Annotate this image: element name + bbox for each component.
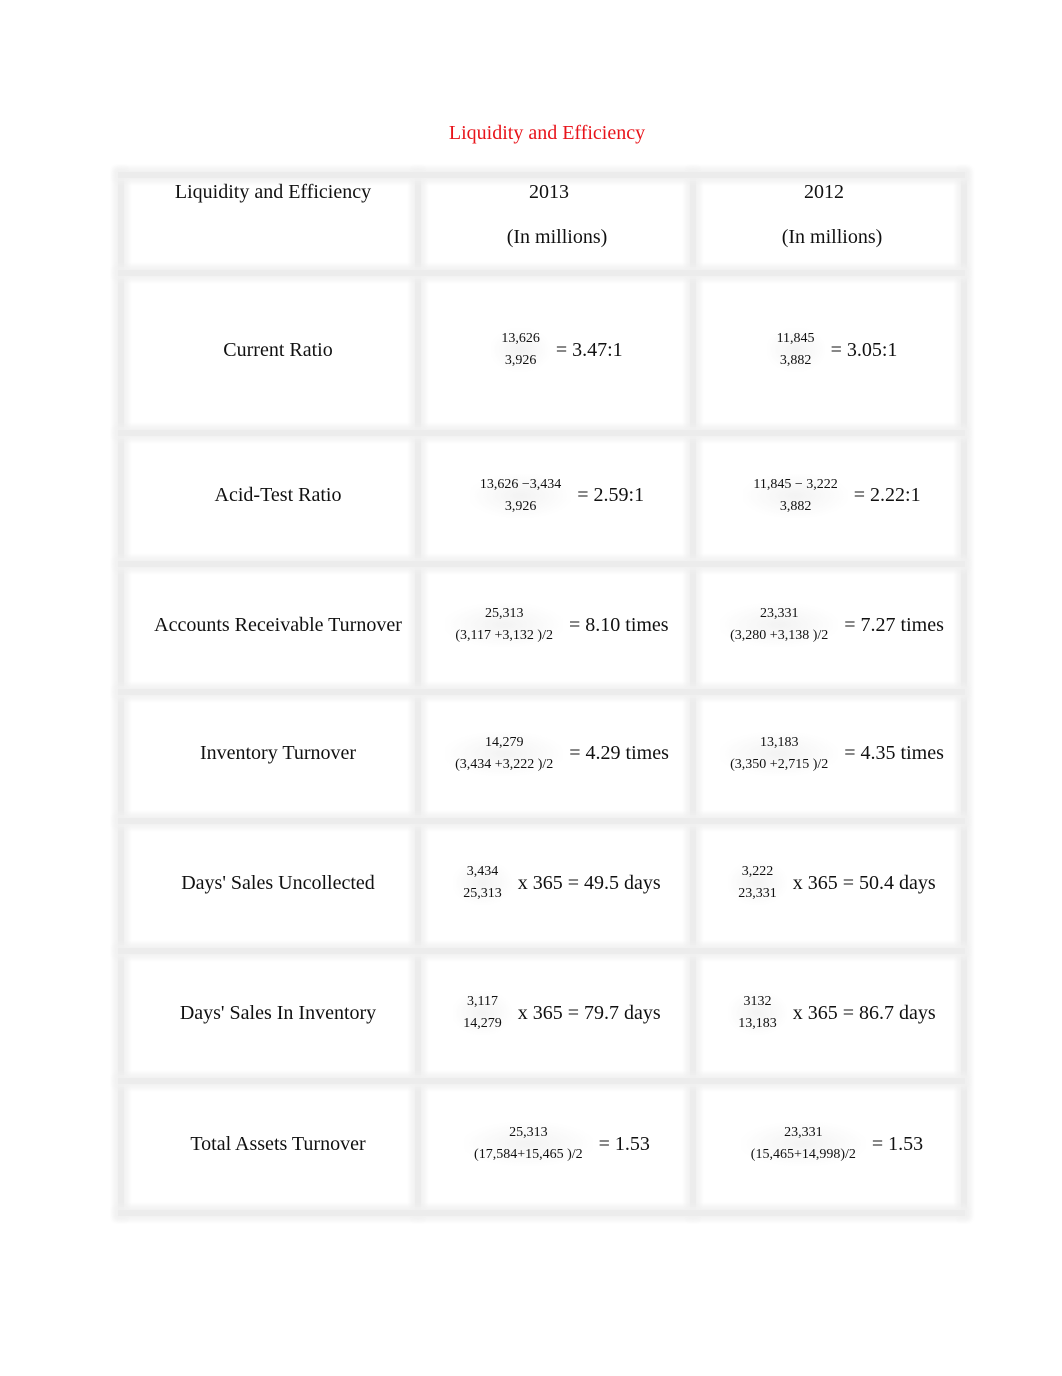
fraction-numerator: 14,279 bbox=[484, 734, 524, 750]
formula-result: = 3.47:1 bbox=[555, 338, 623, 361]
metric-label-cell: Acid-Test Ratio bbox=[118, 430, 438, 561]
metric-label: Acid-Test Ratio bbox=[214, 484, 342, 506]
formula-result: x 365 = 86.7 days bbox=[792, 1001, 936, 1024]
metric-label: Inventory Turnover bbox=[199, 742, 357, 764]
fraction: 25,313 (17,584+15,465 )/2 bbox=[464, 1122, 593, 1166]
fraction-numerator: 25,313 bbox=[509, 1125, 548, 1140]
metric-label: Days' Sales In Inventory bbox=[179, 1001, 377, 1024]
header-metric-label: Liquidity and Efficiency bbox=[174, 181, 372, 203]
formula-result: = 8.10 times bbox=[568, 613, 669, 636]
fraction: 14,279 (3,434 +3,222 )/2 bbox=[445, 731, 564, 776]
formula-cell-2012: 23,331 (15,465+14,998)/2 = 1.53 bbox=[693, 1078, 971, 1210]
formula-result: = 2.22:1 bbox=[853, 484, 921, 506]
fraction: 25,313 (3,117 +3,132 )/2 bbox=[445, 603, 563, 647]
formula-cell-2013: 25,313 (3,117 +3,132 )/2 = 8.10 times bbox=[418, 561, 696, 689]
fraction-numerator: 3,117 bbox=[467, 994, 498, 1009]
formula-result: = 3.05:1 bbox=[830, 338, 898, 361]
fraction: 13,626 −3,434 3,926 bbox=[469, 473, 572, 518]
table-border-bottom bbox=[118, 1210, 965, 1216]
fraction-denominator: 3,882 bbox=[779, 498, 812, 514]
header-2012-unit: (In millions) bbox=[781, 226, 883, 248]
header-2013: 2013 (In millions) bbox=[418, 172, 696, 270]
metric-label: Total Assets Turnover bbox=[190, 1132, 366, 1155]
fraction-denominator: (3,434 +3,222 )/2 bbox=[455, 756, 554, 772]
fraction: 13,183 (3,350 +2,715 )/2 bbox=[720, 731, 839, 776]
metric-label: Current Ratio bbox=[223, 338, 333, 361]
formula-result: = 2.59:1 bbox=[577, 484, 645, 506]
metric-label-cell: Accounts Receivable Turnover bbox=[118, 561, 438, 689]
fraction: 11,845 − 3,222 3,882 bbox=[743, 473, 848, 518]
formula-result: = 1.53 bbox=[598, 1132, 650, 1155]
formula-result: = 1.53 bbox=[871, 1132, 924, 1155]
header-2012-year: 2012 bbox=[804, 181, 844, 203]
formula-result: x 365 = 79.7 days bbox=[517, 1001, 661, 1024]
formula-result: = 4.35 times bbox=[844, 742, 944, 764]
fraction-numerator: 13,626 bbox=[501, 331, 540, 346]
formula-result: = 4.29 times bbox=[569, 742, 669, 764]
fraction: 3,117 14,279 bbox=[453, 991, 512, 1035]
fraction: 11,845 3,882 bbox=[766, 328, 825, 372]
fraction-denominator: (3,280 +3,138 )/2 bbox=[730, 628, 829, 643]
header-2013-unit: (In millions) bbox=[506, 226, 608, 248]
fraction-numerator: 23,331 bbox=[759, 606, 799, 621]
formula-cell-2012: 11,845 3,882 = 3.05:1 bbox=[693, 270, 971, 430]
formula-cell-2013: 25,313 (17,584+15,465 )/2 = 1.53 bbox=[418, 1078, 696, 1210]
fraction-denominator: (15,465+14,998)/2 bbox=[750, 1147, 856, 1162]
fraction-denominator: 3,926 bbox=[504, 353, 537, 368]
fraction: 23,331 (3,280 +3,138 )/2 bbox=[720, 603, 839, 647]
fraction: 3132 13,183 bbox=[728, 991, 787, 1035]
formula-cell-2012: 13,183 (3,350 +2,715 )/2 = 4.35 times bbox=[693, 689, 971, 818]
metric-label-cell: Days' Sales In Inventory bbox=[118, 948, 438, 1078]
metric-label-cell: Total Assets Turnover bbox=[118, 1078, 438, 1210]
fraction-denominator: 23,331 bbox=[738, 886, 777, 901]
metric-label-cell: Inventory Turnover bbox=[118, 689, 438, 818]
ratios-table: Liquidity and Efficiency 2013 (In millio… bbox=[118, 172, 967, 1216]
formula-cell-2013: 13,626 3,926 = 3.47:1 bbox=[418, 270, 696, 430]
fraction: 13,626 3,926 bbox=[491, 328, 550, 372]
fraction-numerator: 11,845 − 3,222 bbox=[753, 476, 838, 492]
fraction-numerator: 23,331 bbox=[784, 1125, 823, 1140]
fraction-denominator: 25,313 bbox=[463, 886, 502, 901]
fraction: 3,222 23,331 bbox=[728, 861, 787, 905]
metric-label-cell: Current Ratio bbox=[118, 270, 438, 430]
metric-label: Accounts Receivable Turnover bbox=[154, 613, 402, 636]
formula-result: x 365 = 49.5 days bbox=[517, 871, 661, 894]
fraction-denominator: 13,183 bbox=[738, 1016, 777, 1031]
document-title: Liquidity and Efficiency bbox=[448, 122, 646, 144]
fraction-denominator: (3,117 +3,132 )/2 bbox=[455, 628, 553, 643]
fraction-denominator: (3,350 +2,715 )/2 bbox=[730, 756, 829, 772]
fraction: 3,434 25,313 bbox=[453, 861, 512, 905]
formula-cell-2013: 3,117 14,279 x 365 = 79.7 days bbox=[418, 948, 696, 1078]
formula-cell-2013: 14,279 (3,434 +3,222 )/2 = 4.29 times bbox=[418, 689, 696, 818]
formula-cell-2013: 13,626 −3,434 3,926 = 2.59:1 bbox=[418, 430, 696, 561]
fraction-numerator: 13,626 −3,434 bbox=[479, 476, 562, 492]
formula-cell-2012: 3132 13,183 x 365 = 86.7 days bbox=[693, 948, 971, 1078]
fraction-numerator: 11,845 bbox=[776, 331, 815, 346]
fraction-numerator: 25,313 bbox=[484, 606, 524, 621]
header-2012: 2012 (In millions) bbox=[693, 172, 971, 270]
fraction-denominator: (17,584+15,465 )/2 bbox=[474, 1147, 583, 1162]
fraction-numerator: 13,183 bbox=[759, 734, 799, 750]
fraction-numerator: 3132 bbox=[743, 994, 772, 1009]
metric-label-cell: Days' Sales Uncollected bbox=[118, 818, 438, 948]
fraction: 23,331 (15,465+14,998)/2 bbox=[740, 1122, 866, 1166]
fraction-denominator: 3,926 bbox=[504, 498, 537, 514]
metric-label: Days' Sales Uncollected bbox=[181, 871, 375, 894]
formula-result: = 7.27 times bbox=[844, 613, 944, 636]
formula-cell-2012: 3,222 23,331 x 365 = 50.4 days bbox=[693, 818, 971, 948]
formula-cell-2012: 23,331 (3,280 +3,138 )/2 = 7.27 times bbox=[693, 561, 971, 689]
fraction-denominator: 3,882 bbox=[779, 353, 812, 368]
formula-result: x 365 = 50.4 days bbox=[792, 871, 936, 894]
fraction-numerator: 3,222 bbox=[741, 864, 774, 879]
header-metric: Liquidity and Efficiency bbox=[118, 172, 428, 270]
fraction-numerator: 3,434 bbox=[466, 864, 499, 879]
formula-cell-2013: 3,434 25,313 x 365 = 49.5 days bbox=[418, 818, 696, 948]
header-2013-year: 2013 bbox=[529, 181, 569, 203]
fraction-denominator: 14,279 bbox=[463, 1016, 502, 1031]
formula-cell-2012: 11,845 − 3,222 3,882 = 2.22:1 bbox=[693, 430, 971, 561]
